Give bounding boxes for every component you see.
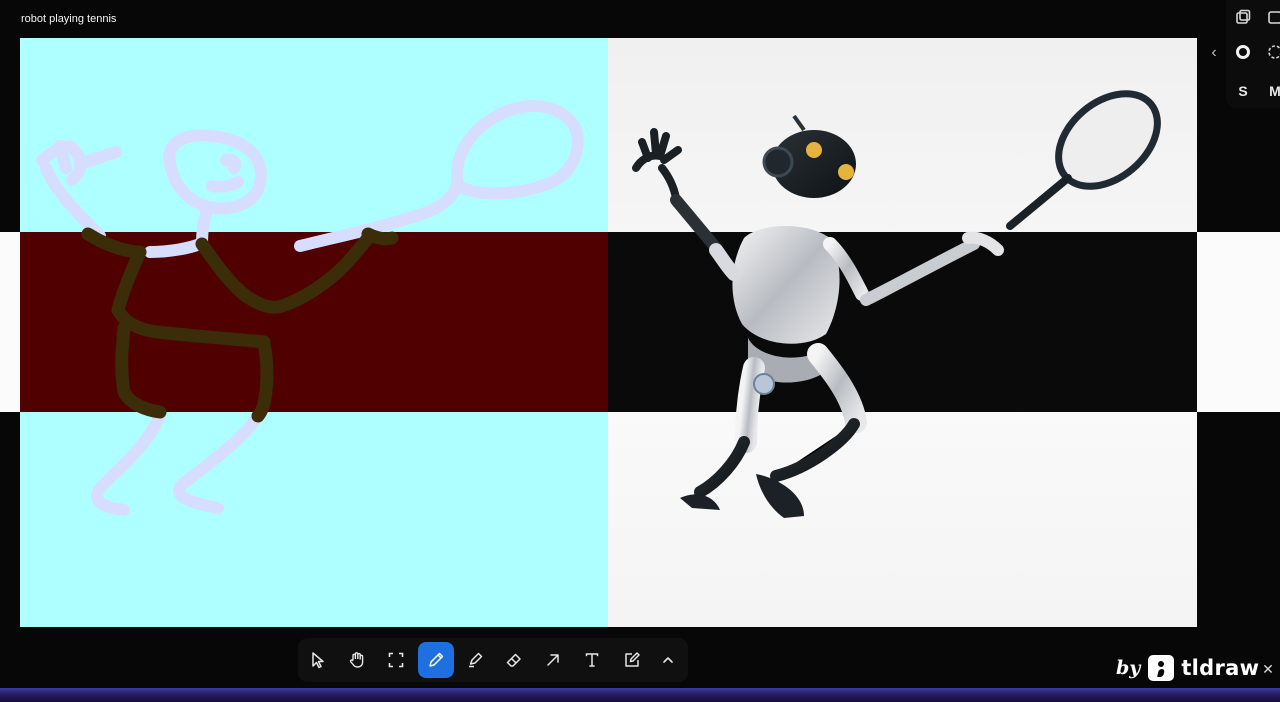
tldraw-logo-icon	[1148, 655, 1175, 681]
hand-tool-button[interactable]	[339, 642, 375, 678]
size-medium-button[interactable]: M	[1264, 80, 1280, 102]
close-icon[interactable]: ✕	[1260, 661, 1276, 677]
draw-tool-button[interactable]	[418, 642, 454, 678]
canvas[interactable]	[20, 38, 1197, 627]
prompt-label[interactable]: robot playing tennis	[21, 12, 116, 26]
bottom-gradient-bar	[0, 688, 1280, 702]
dash-dotted-icon[interactable]	[1264, 44, 1280, 66]
generated-image[interactable]	[608, 38, 1197, 627]
arrow-up-right-icon	[547, 654, 559, 666]
select-tool-button[interactable]	[300, 642, 336, 678]
cursor-arrow-icon	[312, 652, 324, 669]
pencil-icon	[429, 652, 444, 667]
brand-by-text: by	[1116, 657, 1141, 679]
fill-solid-icon[interactable]	[1232, 44, 1254, 66]
tldraw-branding[interactable]: by tldraw	[1116, 653, 1259, 683]
text-tool-button[interactable]	[574, 642, 610, 678]
highlight-tool-button[interactable]	[457, 642, 493, 678]
duplicate-icon[interactable]	[1232, 9, 1254, 31]
page-stripe-left	[0, 232, 20, 412]
chevron-up-icon	[663, 657, 673, 663]
app-root: robot playing tennis ‹ S M by tldraw ✕	[0, 0, 1280, 702]
text-icon	[585, 653, 599, 667]
arrow-tool-button[interactable]	[535, 642, 571, 678]
edit-note-icon	[625, 652, 640, 667]
marker-icon	[469, 652, 483, 668]
sketch-panel[interactable]	[20, 38, 608, 627]
style-panel: S M	[1226, 0, 1280, 108]
more-tools-button[interactable]	[650, 642, 686, 678]
page-stripe-right	[1197, 232, 1280, 412]
frame-icon[interactable]	[1264, 9, 1280, 31]
note-tool-button[interactable]	[614, 642, 650, 678]
sketch-drawing[interactable]	[20, 38, 608, 627]
hand-icon	[349, 652, 364, 668]
eraser-tool-button[interactable]	[496, 642, 532, 678]
size-small-button[interactable]: S	[1232, 80, 1254, 102]
frame-select-icon	[388, 652, 404, 668]
main-toolbar	[298, 638, 688, 682]
frame-tool-button[interactable]	[378, 642, 414, 678]
brand-name: tldraw	[1181, 656, 1260, 680]
eraser-icon	[506, 653, 521, 667]
robot-figure	[632, 90, 1161, 518]
chevron-left-icon[interactable]: ‹	[1206, 44, 1222, 62]
